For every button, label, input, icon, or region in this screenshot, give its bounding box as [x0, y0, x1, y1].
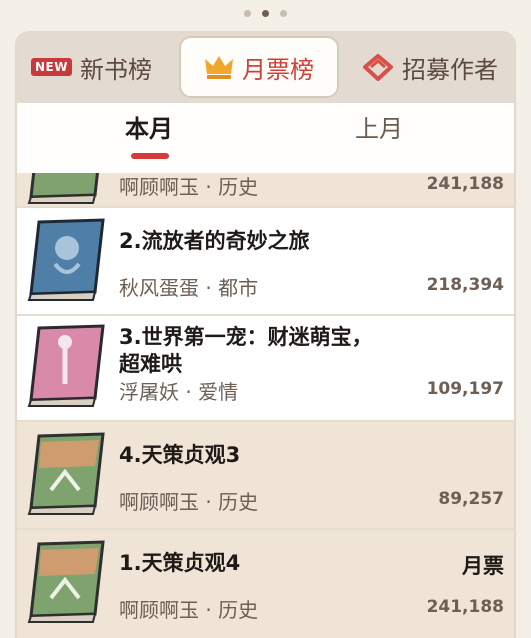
ranking-tabbar: NEW 新书榜 月票榜 招募作者 [17, 33, 514, 103]
vote-count: 241,188 [426, 174, 504, 194]
vote-count: 89,257 [438, 489, 504, 509]
ranking-panel: NEW 新书榜 月票榜 招募作者 本月 上月 啊顾啊玉 · 历史 241,188… [15, 31, 516, 638]
tab-monthly-tickets[interactable]: 月票榜 [179, 36, 339, 98]
subtab-last-month[interactable]: 上月 [355, 109, 403, 144]
book-cover-blue [25, 218, 105, 302]
book-meta: 浮屠妖 · 爱情 [119, 380, 239, 404]
list-item[interactable]: 4.天策贞观3 啊顾啊玉 · 历史 89,257 [17, 422, 514, 530]
page-dot-active[interactable] [262, 10, 269, 17]
period-subtabs: 本月 上月 [17, 103, 514, 173]
book-cover-green [25, 432, 105, 516]
book-title: 3.世界第一宠：财迷萌宝，超难哄 [119, 325, 373, 376]
tab-monthly-label: 月票榜 [242, 55, 314, 84]
vote-count: 241,188 [426, 597, 504, 617]
book-title: 2.流放者的奇妙之旅 [119, 229, 310, 253]
book-title: 1.天策贞观4 [119, 551, 241, 575]
list-item[interactable]: 1.天策贞观4 月票 啊顾啊玉 · 历史 241,188 [17, 530, 514, 638]
handshake-icon [362, 53, 394, 81]
active-subtab-underline [131, 153, 169, 159]
book-title: 4.天策贞观3 [119, 443, 241, 467]
book-meta: 啊顾啊玉 · 历史 [119, 598, 259, 622]
subtab-this-month[interactable]: 本月 [125, 109, 173, 144]
crown-icon [204, 54, 234, 80]
tab-recruit-authors[interactable]: 招募作者 [362, 33, 498, 101]
book-meta: 啊顾啊玉 · 历史 [119, 175, 259, 199]
page-dot[interactable] [244, 10, 251, 17]
book-cover-green [25, 540, 105, 624]
book-meta: 秋风蛋蛋 · 都市 [119, 276, 259, 300]
book-meta: 啊顾啊玉 · 历史 [119, 490, 259, 514]
book-cover-pink [25, 324, 105, 408]
tab-new-books-label: 新书榜 [79, 55, 152, 84]
page-indicator [0, 10, 531, 17]
vote-count: 218,394 [426, 275, 504, 295]
list-item[interactable]: 3.世界第一宠：财迷萌宝，超难哄 浮屠妖 · 爱情 109,197 [17, 316, 514, 422]
list-item[interactable]: 2.流放者的奇妙之旅 秋风蛋蛋 · 都市 218,394 [17, 208, 514, 316]
tab-recruit-label: 招募作者 [402, 55, 498, 84]
book-cover-green [25, 173, 105, 205]
vote-count: 109,197 [426, 379, 504, 399]
new-badge: NEW [31, 58, 72, 76]
list-item-partial[interactable]: 啊顾啊玉 · 历史 241,188 [17, 173, 514, 208]
page-dot[interactable] [280, 10, 287, 17]
monthly-ticket-label: 月票 [462, 554, 504, 578]
tab-new-books[interactable]: NEW 新书榜 [31, 33, 152, 101]
